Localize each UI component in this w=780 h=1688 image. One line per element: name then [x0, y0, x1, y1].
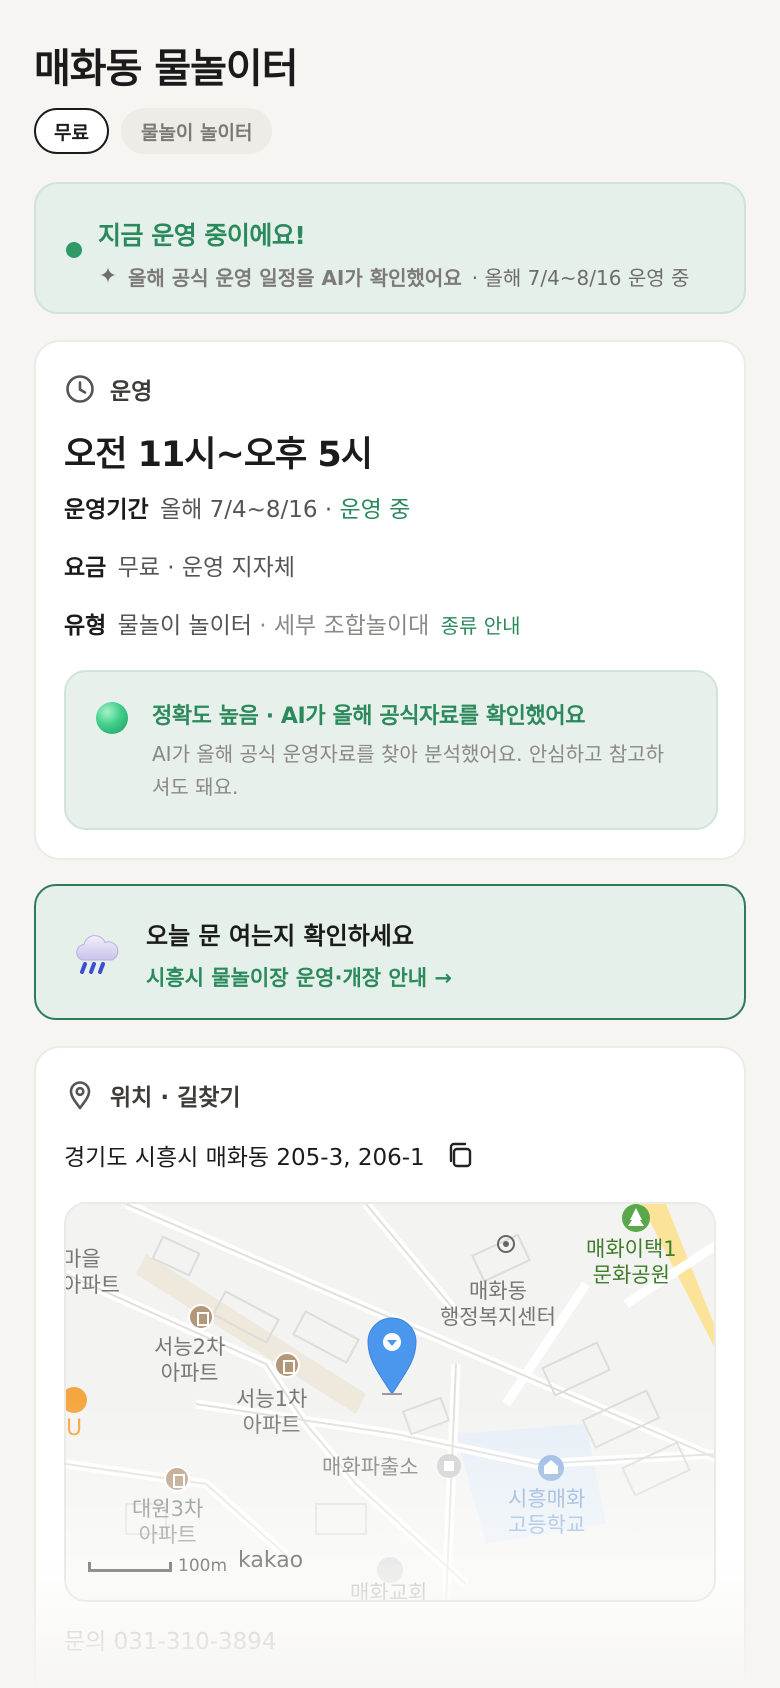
location-card: 위치 · 길찾기 경기도 시흥시 매화동 205-3, 206-1 마을 아파트…	[34, 1046, 746, 1688]
location-map[interactable]: 마을 아파트 서능2차 아파트 서능1차 아파트 매화동 행정복지센터 매화이택1 문화공…	[64, 1202, 716, 1602]
type-detail: · 세부 조합놀이대	[259, 613, 430, 639]
map-label-school: 시흥매화 고등학교	[508, 1487, 586, 1537]
map-pin-icon	[69, 1081, 91, 1110]
period-row: 운영기간 올해 7/4~8/16 · 운영 중	[64, 490, 410, 524]
map-brand-logo: kakao	[238, 1548, 304, 1573]
map-label-edge: U	[66, 1416, 83, 1441]
fee-row: 요금 무료 · 운영 지자체	[64, 548, 295, 582]
apartment-poi-icon	[274, 1352, 300, 1378]
operating-status-card: 지금 운영 중이에요! ✦ 올해 공식 운영 일정을 AI가 확인했어요 · 올…	[34, 182, 746, 314]
fee-label: 요금	[64, 555, 107, 581]
accuracy-box: 정확도 높음 · AI가 올해 공식자료를 확인했어요 AI가 올해 공식 운영…	[64, 670, 718, 830]
apartment-poi-icon	[188, 1304, 214, 1330]
page: 매화동 물놀이터 무료 물놀이 놀이터 지금 운영 중이에요! ✦ 올해 공식 …	[0, 0, 780, 1688]
map-label-daewon: 대원3차 아파트	[132, 1497, 204, 1547]
map-label-church: 매화교회	[350, 1581, 428, 1602]
tag-chips: 무료 물놀이 놀이터	[34, 108, 273, 154]
status-ai-note: 올해 공식 운영 일정을 AI가 확인했어요	[128, 266, 462, 290]
chip-free[interactable]: 무료	[34, 108, 109, 154]
hours-card: 운영 오전 11시~오후 5시 운영기간 올해 7/4~8/16 · 운영 중 …	[34, 340, 746, 860]
contact-phone[interactable]: 문의 031-310-3894	[64, 1622, 277, 1656]
map-label-police: 매화파출소	[322, 1455, 419, 1479]
location-section-label: 위치 · 길찾기	[110, 1085, 241, 1111]
accuracy-orb-icon	[96, 702, 128, 734]
address-row: 경기도 시흥시 매화동 205-3, 206-1	[64, 1138, 475, 1172]
map-label-seoneung2: 서능2차 아파트	[154, 1335, 226, 1385]
period-value: 올해 7/4~8/16 ·	[159, 497, 333, 523]
status-title: 지금 운영 중이에요!	[98, 221, 306, 250]
type-label: 유형	[64, 613, 107, 639]
clock-icon	[66, 375, 94, 403]
apartment-poi-icon	[164, 1466, 190, 1492]
period-status: 운영 중	[339, 497, 411, 523]
map-label-park: 매화이택1 문화공원	[586, 1237, 677, 1287]
open-check-card[interactable]: 오늘 문 여는지 확인하세요 시흥시 물놀이장 운영·개장 안내 →	[34, 884, 746, 1020]
map-scale-label: 100m	[178, 1556, 228, 1576]
map-label-welfare-center: 매화동 행정복지센터	[440, 1279, 556, 1329]
accuracy-title: 정확도 높음 · AI가 올해 공식자료를 확인했어요	[152, 704, 586, 729]
hours-section-label: 운영	[110, 379, 153, 405]
open-check-title: 오늘 문 여는지 확인하세요	[146, 922, 414, 950]
copy-icon[interactable]	[445, 1140, 475, 1170]
operating-hours: 오전 11시~오후 5시	[64, 435, 373, 475]
type-row: 유형 물놀이 놀이터 · 세부 조합놀이대 종류 안내	[64, 606, 521, 640]
period-label: 운영기간	[64, 497, 149, 523]
hours-section-header: 운영	[64, 372, 152, 406]
status-dot-icon	[66, 242, 82, 258]
address-text: 경기도 시흥시 매화동 205-3, 206-1	[64, 1145, 425, 1171]
page-title: 매화동 물놀이터	[34, 46, 299, 92]
status-subtitle: ✦ 올해 공식 운영 일정을 AI가 확인했어요 · 올해 7/4~8/16 운…	[98, 262, 690, 291]
status-period: · 올해 7/4~8/16 운영 중	[471, 266, 690, 290]
rain-cloud-icon	[76, 935, 119, 974]
city-notice-link[interactable]: 시흥시 물놀이장 운영·개장 안내 →	[146, 962, 452, 992]
type-value: 물놀이 놀이터	[117, 613, 252, 639]
accuracy-description: AI가 올해 공식 운영자료를 찾아 분석했어요. 안심하고 참고하셔도 돼요.	[152, 742, 665, 799]
type-guide-link[interactable]: 종류 안내	[441, 614, 521, 638]
fee-value: 무료 · 운영 지자체	[117, 555, 296, 581]
map-label-village: 마을 아파트	[64, 1247, 120, 1297]
sparkle-icon: ✦	[98, 264, 118, 289]
map-label-seoneung1: 서능1차 아파트	[236, 1387, 308, 1437]
chip-type[interactable]: 물놀이 놀이터	[120, 108, 273, 154]
location-section-header: 위치 · 길찾기	[64, 1078, 241, 1112]
map-scale-bar	[88, 1562, 172, 1572]
